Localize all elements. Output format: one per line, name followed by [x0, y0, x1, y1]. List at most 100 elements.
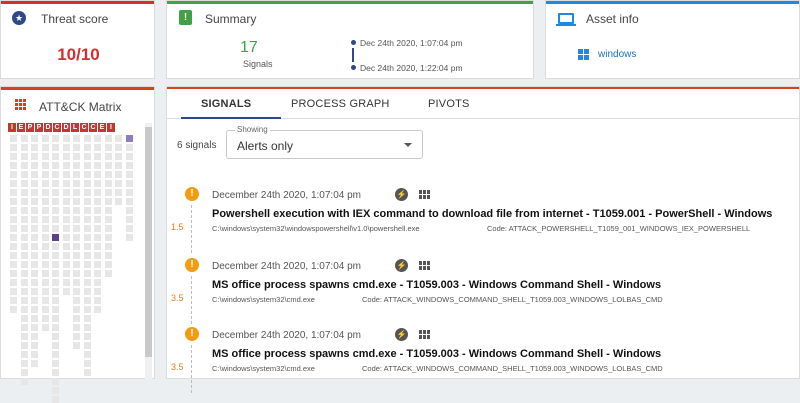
technique-cell[interactable]: [83, 333, 91, 340]
technique-cell[interactable]: [10, 243, 17, 250]
technique-cell[interactable]: [94, 180, 101, 187]
technique-cell[interactable]: [73, 306, 80, 313]
technique-cell[interactable]: [62, 153, 70, 160]
technique-cell[interactable]: [62, 243, 70, 250]
technique-cell[interactable]: [73, 162, 80, 169]
technique-cell[interactable]: [20, 207, 28, 214]
technique-cell[interactable]: [31, 252, 38, 259]
bolt-icon[interactable]: ⚡: [395, 188, 408, 201]
technique-cell[interactable]: [31, 288, 38, 295]
technique-cell[interactable]: [52, 261, 59, 268]
technique-cell[interactable]: [41, 243, 49, 250]
tactic-header[interactable]: C: [89, 123, 97, 132]
technique-cell[interactable]: [73, 180, 80, 187]
technique-cell[interactable]: [41, 315, 49, 322]
technique-cell[interactable]: [52, 315, 59, 322]
technique-cell[interactable]: [31, 297, 38, 304]
technique-cell[interactable]: [83, 270, 91, 277]
technique-cell[interactable]: [20, 288, 28, 295]
technique-cell[interactable]: [10, 288, 17, 295]
technique-cell[interactable]: [20, 153, 28, 160]
technique-cell[interactable]: [115, 180, 122, 187]
tactic-header[interactable]: D: [62, 123, 70, 132]
technique-cell[interactable]: [83, 207, 91, 214]
technique-cell[interactable]: [31, 189, 38, 196]
technique-cell[interactable]: [52, 351, 59, 358]
technique-cell[interactable]: [83, 180, 91, 187]
technique-cell[interactable]: [10, 225, 17, 232]
technique-cell[interactable]: [31, 342, 38, 349]
technique-cell[interactable]: [20, 324, 28, 331]
technique-cell[interactable]: [20, 315, 28, 322]
technique-cell[interactable]: [10, 198, 17, 205]
technique-cell[interactable]: [62, 135, 70, 142]
technique-cell[interactable]: [62, 216, 70, 223]
technique-cell[interactable]: [94, 234, 101, 241]
technique-cell[interactable]: [31, 180, 38, 187]
technique-cell[interactable]: [115, 135, 122, 142]
technique-cell[interactable]: [10, 144, 17, 151]
technique-cell[interactable]: [62, 144, 70, 151]
technique-cell[interactable]: [20, 261, 28, 268]
technique-cell[interactable]: [62, 225, 70, 232]
technique-cell[interactable]: [83, 171, 91, 178]
technique-cell[interactable]: [83, 243, 91, 250]
technique-cell[interactable]: [83, 198, 91, 205]
tactic-header[interactable]: I: [8, 123, 16, 132]
technique-cell[interactable]: [125, 135, 133, 142]
technique-cell[interactable]: [73, 189, 80, 196]
technique-cell[interactable]: [41, 162, 49, 169]
technique-cell[interactable]: [31, 144, 38, 151]
technique-cell[interactable]: [125, 198, 133, 205]
technique-cell[interactable]: [41, 270, 49, 277]
technique-cell[interactable]: [104, 207, 112, 214]
tactic-header[interactable]: D: [44, 123, 52, 132]
bolt-icon[interactable]: ⚡: [395, 259, 408, 272]
technique-cell[interactable]: [52, 207, 59, 214]
technique-cell[interactable]: [104, 180, 112, 187]
technique-cell[interactable]: [73, 171, 80, 178]
technique-cell[interactable]: [52, 225, 59, 232]
technique-cell[interactable]: [73, 234, 80, 241]
technique-cell[interactable]: [52, 234, 59, 241]
technique-cell[interactable]: [52, 252, 59, 259]
technique-cell[interactable]: [20, 369, 28, 376]
technique-cell[interactable]: [125, 189, 133, 196]
technique-cell[interactable]: [31, 360, 38, 367]
tab-pivots[interactable]: PIVOTS: [428, 98, 470, 110]
technique-cell[interactable]: [83, 153, 91, 160]
technique-cell[interactable]: [20, 360, 28, 367]
technique-cell[interactable]: [125, 153, 133, 160]
technique-cell[interactable]: [73, 315, 80, 322]
technique-cell[interactable]: [31, 162, 38, 169]
technique-cell[interactable]: [104, 198, 112, 205]
matrix-scrollbar-thumb[interactable]: [145, 127, 152, 357]
technique-cell[interactable]: [83, 261, 91, 268]
technique-cell[interactable]: [52, 279, 59, 286]
technique-cell[interactable]: [31, 243, 38, 250]
technique-cell[interactable]: [115, 153, 122, 160]
technique-cell[interactable]: [115, 198, 122, 205]
technique-cell[interactable]: [104, 216, 112, 223]
technique-cell[interactable]: [20, 189, 28, 196]
technique-cell[interactable]: [31, 207, 38, 214]
technique-cell[interactable]: [10, 135, 17, 142]
technique-cell[interactable]: [83, 234, 91, 241]
technique-cell[interactable]: [31, 270, 38, 277]
technique-cell[interactable]: [115, 144, 122, 151]
technique-cell[interactable]: [73, 333, 80, 340]
technique-cell[interactable]: [52, 198, 59, 205]
technique-cell[interactable]: [73, 270, 80, 277]
technique-cell[interactable]: [41, 225, 49, 232]
technique-cell[interactable]: [62, 207, 70, 214]
tactic-header[interactable]: C: [53, 123, 61, 132]
technique-cell[interactable]: [125, 180, 133, 187]
technique-cell[interactable]: [83, 144, 91, 151]
technique-cell[interactable]: [31, 306, 38, 313]
technique-cell[interactable]: [41, 135, 49, 142]
technique-cell[interactable]: [52, 144, 59, 151]
technique-cell[interactable]: [20, 306, 28, 313]
tactic-header[interactable]: L: [71, 123, 79, 132]
technique-cell[interactable]: [20, 342, 28, 349]
technique-cell[interactable]: [73, 261, 80, 268]
